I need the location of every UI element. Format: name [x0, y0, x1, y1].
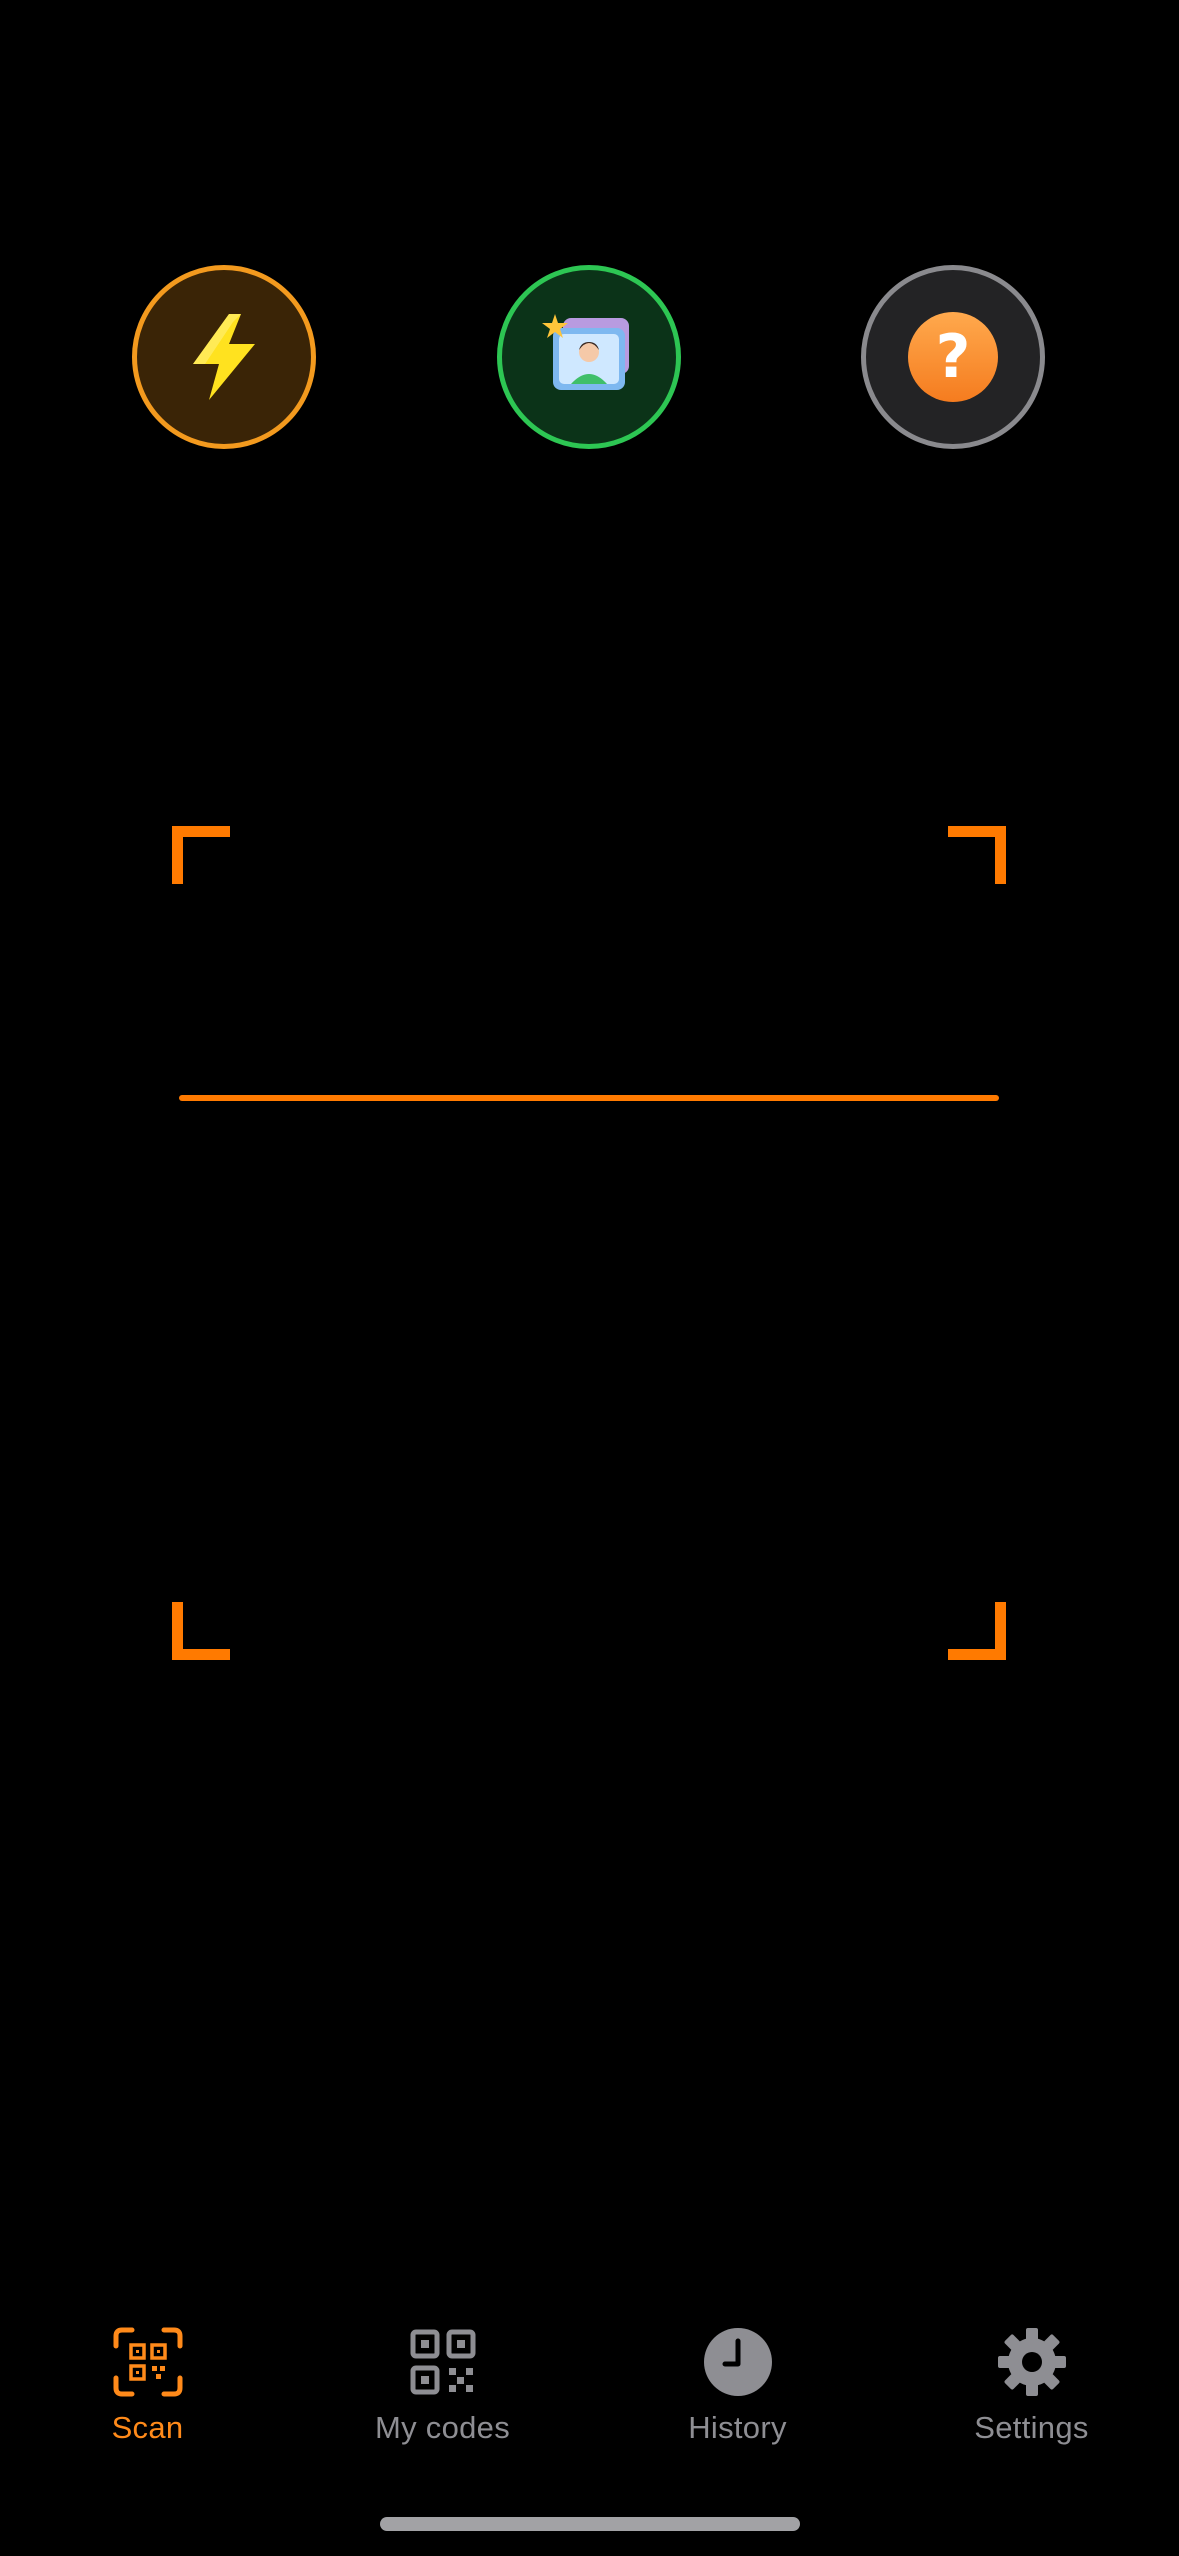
svg-text:?: ?	[936, 322, 971, 392]
tab-history[interactable]: History	[590, 2300, 885, 2460]
tab-settings[interactable]: Settings	[884, 2300, 1179, 2460]
gallery-button[interactable]	[497, 265, 681, 449]
gear-icon	[996, 2326, 1068, 2398]
home-indicator[interactable]	[380, 2517, 800, 2531]
viewfinder-corner-bottom-right	[948, 1602, 1006, 1660]
help-button[interactable]: ?	[861, 265, 1045, 449]
clock-icon	[702, 2326, 774, 2398]
question-mark-icon: ?	[908, 312, 998, 402]
viewfinder-corner-top-left	[172, 826, 230, 884]
tab-label: My codes	[374, 2410, 511, 2445]
tab-label: Settings	[974, 2410, 1089, 2445]
viewfinder-corner-top-right	[948, 826, 1006, 884]
tab-bar: Scan My codes History Settings	[0, 2300, 1179, 2480]
tab-scan[interactable]: Scan	[0, 2300, 295, 2460]
photo-gallery-icon	[542, 314, 629, 390]
tab-my-codes[interactable]: My codes	[295, 2300, 590, 2460]
tab-label: Scan	[111, 2410, 184, 2445]
viewfinder-corner-bottom-left	[172, 1602, 230, 1660]
tab-label: History	[688, 2410, 787, 2445]
scan-viewfinder	[172, 826, 1006, 1660]
qr-scan-icon	[112, 2326, 184, 2398]
lightning-bolt-icon	[193, 314, 255, 400]
scan-line	[179, 1095, 999, 1101]
qr-code-icon	[407, 2326, 479, 2398]
flash-button[interactable]	[132, 265, 316, 449]
